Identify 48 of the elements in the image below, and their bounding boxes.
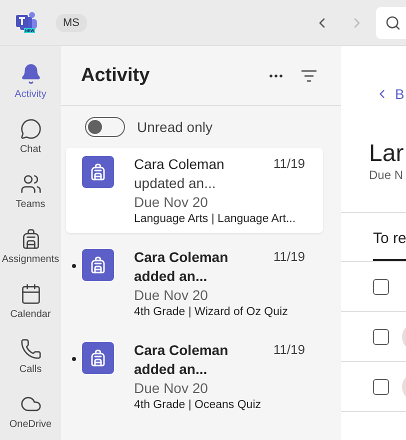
due-date: Due Nov 20 xyxy=(134,380,209,396)
checkbox[interactable] xyxy=(373,328,389,344)
more-button[interactable] xyxy=(269,74,283,78)
people-icon xyxy=(20,173,42,195)
teams-logo xyxy=(16,10,38,30)
panel-title: Activity xyxy=(81,64,151,86)
search-field[interactable] xyxy=(376,6,406,38)
sender-name: Cara Coleman xyxy=(134,156,224,172)
backpack-icon xyxy=(82,342,114,374)
rail-item[interactable]: Calendar xyxy=(0,274,61,329)
phone-icon xyxy=(20,338,42,360)
assignment-due: Due N xyxy=(369,168,404,182)
backpack-icon xyxy=(82,156,114,188)
more-icon xyxy=(269,74,283,78)
back-link[interactable]: B xyxy=(375,86,406,102)
chat-icon xyxy=(20,118,42,140)
bell-icon xyxy=(20,63,42,85)
calendar-icon xyxy=(20,283,42,305)
toggle-switch[interactable] xyxy=(85,117,125,137)
rail-item[interactable]: Activity xyxy=(0,54,61,109)
rail-item[interactable]: Chat xyxy=(0,109,61,164)
activity-item[interactable]: Cara Coleman 11/19 updated an... Due Nov 20 Language Arts | Language Art... xyxy=(66,148,323,233)
checkbox[interactable] xyxy=(373,378,389,394)
item-action: added an... xyxy=(134,361,208,377)
due-date: Due Nov 20 xyxy=(134,194,209,210)
tab[interactable]: To re xyxy=(373,230,406,261)
due-date: Due Nov 20 xyxy=(134,287,209,303)
account-button[interactable]: MS xyxy=(56,14,86,32)
item-date: 11/19 xyxy=(273,342,305,358)
assignment-title: Lar xyxy=(369,140,405,168)
checkbox[interactable] xyxy=(373,278,389,294)
search-icon xyxy=(385,14,401,30)
sender-name: Cara Coleman xyxy=(134,249,228,265)
item-date: 11/19 xyxy=(273,249,305,265)
item-date: 11/19 xyxy=(273,156,305,172)
item-context: 4th Grade | Wizard of Oz Quiz xyxy=(134,306,289,318)
rail-item[interactable]: Assignments xyxy=(0,219,61,274)
filter-button[interactable] xyxy=(301,70,317,82)
toggle-label: Unread only xyxy=(137,119,212,135)
item-context: Language Arts | Language Art... xyxy=(134,213,297,225)
rail-item[interactable]: OneDrive xyxy=(0,384,61,439)
rail-item[interactable]: Teams xyxy=(0,164,61,219)
backpack-icon xyxy=(82,249,114,281)
item-action: updated an... xyxy=(134,175,217,191)
rail-item[interactable]: Calls xyxy=(0,329,61,384)
sender-name: Cara Coleman xyxy=(134,342,228,358)
item-context: 4th Grade | Oceans Quiz xyxy=(134,399,262,411)
item-action: added an... xyxy=(134,268,208,284)
